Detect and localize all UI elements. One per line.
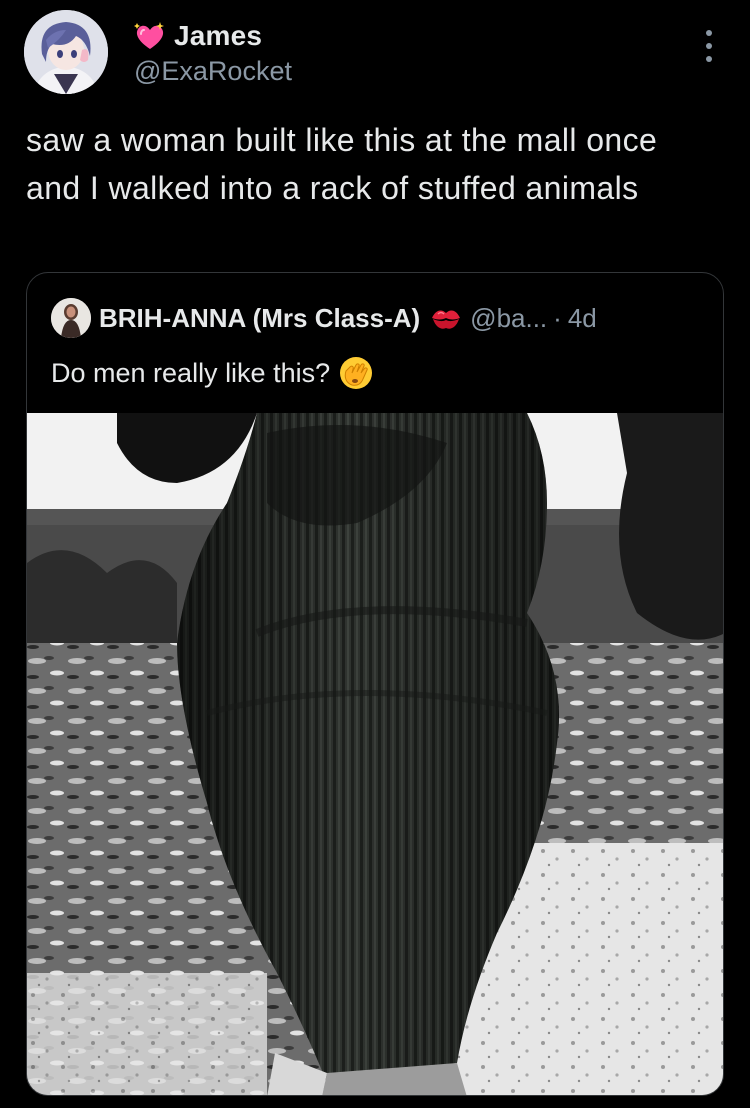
author-handle[interactable]: @ExaRocket	[134, 56, 292, 87]
photo-media	[27, 413, 723, 1095]
author-display-name: James	[174, 20, 263, 51]
face-with-peeking-eye-icon	[338, 355, 374, 391]
more-options-icon	[706, 30, 712, 36]
quoted-author-display-name: BRIH-ANNA (Mrs Class-A)	[99, 302, 421, 333]
quoted-tweet-card[interactable]: BRIH-ANNA (Mrs Class-A) @ba... · 4d Do m…	[26, 272, 724, 1096]
kiss-mark-icon	[430, 304, 462, 332]
quoted-author-avatar[interactable]	[51, 298, 91, 338]
tweet-text: saw a woman built like this at the mall …	[26, 122, 658, 206]
quoted-tweet-header: BRIH-ANNA (Mrs Class-A) @ba... · 4d	[51, 297, 597, 339]
tweet: James @ExaRocket saw a woman built like …	[0, 0, 750, 1108]
quoted-tweet-photo[interactable]	[27, 413, 723, 1095]
more-options-button[interactable]	[694, 26, 724, 66]
quoted-author-handle[interactable]: @ba...	[470, 303, 547, 334]
separator-dot: ·	[553, 302, 562, 333]
quoted-tweet-text: Do men really like this?	[51, 358, 331, 388]
quoted-tweet-timestamp[interactable]: 4d	[568, 303, 597, 334]
author-avatar[interactable]	[24, 10, 108, 94]
author-name-row[interactable]: James	[134, 18, 262, 54]
sparkling-heart-icon	[134, 21, 166, 51]
quoted-tweet-text-row: Do men really like this?	[51, 353, 374, 393]
